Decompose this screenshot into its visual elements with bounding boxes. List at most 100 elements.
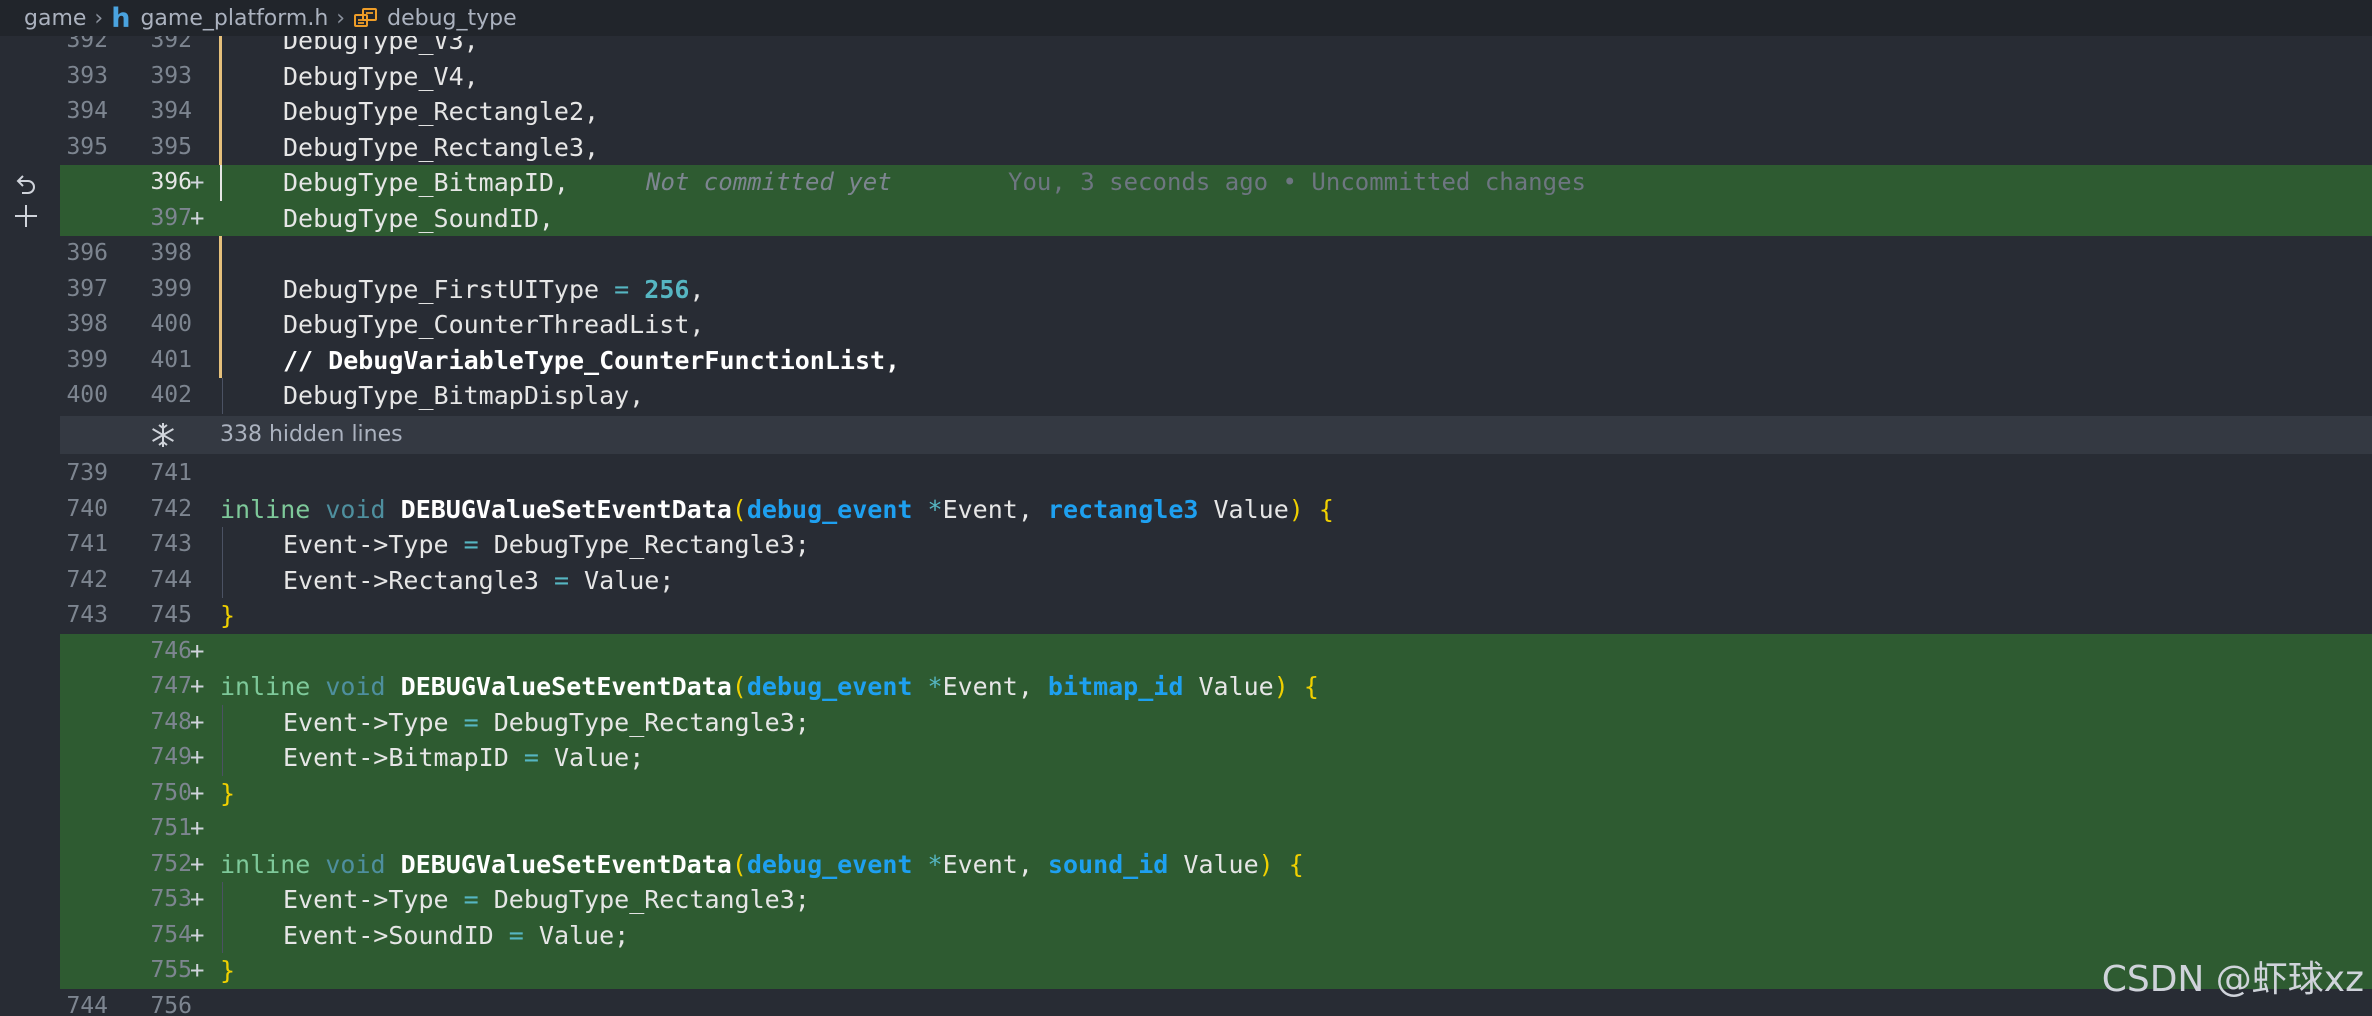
new-line-number: 743 — [150, 531, 192, 557]
code-line: 744 756 — [60, 989, 2372, 1016]
code-line: 740 742 inline void DEBUGValueSetEventDa… — [60, 492, 2372, 528]
old-line-number — [60, 634, 108, 670]
old-line-number: 739 — [66, 460, 108, 486]
modified-indicator — [219, 342, 222, 378]
new-line-number: 393 — [150, 62, 192, 89]
code-editor[interactable]: 392 392 DebugType_V3, 393 393 DebugType_… — [60, 36, 2372, 1016]
new-line-number: 395 — [150, 133, 192, 160]
code-line: 395 395 DebugType_Rectangle3, — [60, 129, 2372, 165]
code-text: Event->BitmapID = Value; — [283, 743, 645, 772]
old-line-number — [60, 669, 108, 705]
code-text: Event->Type = DebugType_Rectangle3; — [283, 707, 810, 737]
new-line-number: 746 — [150, 637, 192, 664]
code-text: Event->SoundID = Value; — [283, 920, 630, 950]
code-line-added: 752 + inline void DEBUGValueSetEventData… — [60, 846, 2372, 883]
new-line-number: 756 — [150, 992, 192, 1016]
indent-guide — [222, 527, 223, 563]
enum-icon — [354, 8, 378, 27]
code-text: DebugType_Rectangle2, — [283, 97, 600, 126]
code-comment: // DebugVariableType_CounterFunctionList… — [283, 345, 901, 375]
new-line-number: 398 — [150, 240, 192, 266]
code-line: 742 744 Event->Rectangle3 = Value; — [60, 562, 2372, 598]
blame-detail[interactable]: You, 3 seconds ago • Uncommitted changes — [1008, 165, 1586, 201]
stage-change-icon[interactable] — [12, 202, 40, 230]
new-line-number: 751 — [150, 815, 192, 841]
old-line-number — [60, 740, 108, 776]
code-line-added: 397 + DebugType_SoundID, — [60, 200, 2372, 237]
code-line: 398 400 DebugType_CounterThreadList, — [60, 307, 2372, 343]
code-text: DebugType_Rectangle3, — [283, 132, 600, 162]
chevron-right-icon: › — [94, 5, 104, 31]
new-line-number: 755 — [150, 957, 192, 983]
new-line-number: 748 — [150, 708, 192, 735]
code-line-added: 751 + — [60, 811, 2372, 847]
code-line: 393 393 DebugType_V4, — [60, 58, 2372, 94]
code-text: DebugType_BitmapID, — [283, 168, 569, 197]
old-line-number: 399 — [66, 346, 108, 373]
added-marker: + — [190, 920, 205, 949]
code-text: } — [220, 778, 236, 808]
code-line-added: 748 + Event->Type = DebugType_Rectangle3… — [60, 704, 2372, 740]
code-line-added: 753 + Event->Type = DebugType_Rectangle3… — [60, 882, 2372, 918]
new-line-number: 392 — [150, 36, 192, 53]
unfold-icon[interactable] — [148, 420, 178, 450]
new-line-number: 744 — [150, 566, 192, 593]
old-line-number — [60, 776, 108, 812]
old-line-number: 396 — [66, 240, 108, 266]
new-line-number: 741 — [150, 460, 192, 486]
new-line-number: 754 — [150, 921, 192, 948]
old-line-number: 394 — [66, 98, 108, 124]
added-marker: + — [190, 885, 205, 913]
new-line-number: 752 — [150, 850, 192, 877]
code-line-added: 754 + Event->SoundID = Value; — [60, 917, 2372, 953]
hidden-lines-bar[interactable]: 338 hidden lines — [60, 416, 2372, 454]
modified-indicator — [219, 129, 222, 165]
code-text: DebugType_BitmapDisplay, — [283, 381, 645, 410]
code-text: DebugType_CounterThreadList, — [283, 310, 705, 339]
code-text: Event->Rectangle3 = Value; — [283, 565, 675, 595]
added-marker: + — [190, 672, 205, 700]
code-line: 394 394 DebugType_Rectangle2, — [60, 94, 2372, 130]
code-text: inline void DEBUGValueSetEventData(debug… — [220, 672, 1319, 701]
code-text: DebugType_FirstUIType = 256, — [283, 274, 705, 304]
chevron-right-icon: › — [336, 5, 346, 31]
breadcrumb-item-file[interactable]: game_platform.h — [140, 6, 328, 31]
code-line-added: 749 + Event->BitmapID = Value; — [60, 740, 2372, 776]
code-text: DebugType_V4, — [283, 61, 479, 91]
h-file-icon: h — [111, 2, 131, 34]
code-line: 739 741 — [60, 456, 2372, 492]
new-line-number: 402 — [150, 382, 192, 408]
breadcrumb-item-game[interactable]: game — [24, 6, 86, 31]
old-line-number — [60, 953, 108, 989]
code-text: DebugType_SoundID, — [283, 203, 554, 233]
new-line-number: 745 — [150, 602, 192, 628]
old-line-number — [60, 847, 108, 883]
code-text: } — [220, 601, 236, 630]
breadcrumb-item-symbol[interactable]: debug_type — [387, 6, 517, 31]
code-text: inline void DEBUGValueSetEventData(debug… — [220, 849, 1304, 879]
old-line-number — [60, 201, 108, 237]
blame-annotation: Not committed yet — [646, 168, 892, 196]
hidden-lines-label: 338 hidden lines — [220, 422, 403, 447]
added-marker: + — [190, 743, 205, 771]
old-line-number: 397 — [66, 275, 108, 302]
added-marker: + — [190, 956, 205, 984]
code-line: 392 392 DebugType_V3, — [60, 36, 2372, 59]
modified-indicator — [219, 94, 222, 130]
new-line-number: 396 — [150, 169, 192, 195]
new-line-number: 749 — [150, 744, 192, 770]
new-line-number: 753 — [150, 886, 192, 912]
cursor-guide — [220, 165, 222, 201]
indent-guide — [222, 740, 223, 776]
code-line-added: 747 + inline void DEBUGValueSetEventData… — [60, 669, 2372, 705]
revert-change-icon[interactable] — [12, 170, 40, 198]
code-text: inline void DEBUGValueSetEventData(debug… — [220, 494, 1334, 524]
modified-indicator — [219, 58, 222, 94]
code-line-added: 755 + } — [60, 953, 2372, 989]
old-line-number: 742 — [66, 566, 108, 593]
old-line-number: 392 — [66, 36, 108, 53]
indent-guide — [222, 562, 223, 598]
code-line: 741 743 Event->Type = DebugType_Rectangl… — [60, 527, 2372, 563]
added-marker: + — [190, 203, 205, 232]
modified-indicator — [219, 236, 222, 272]
